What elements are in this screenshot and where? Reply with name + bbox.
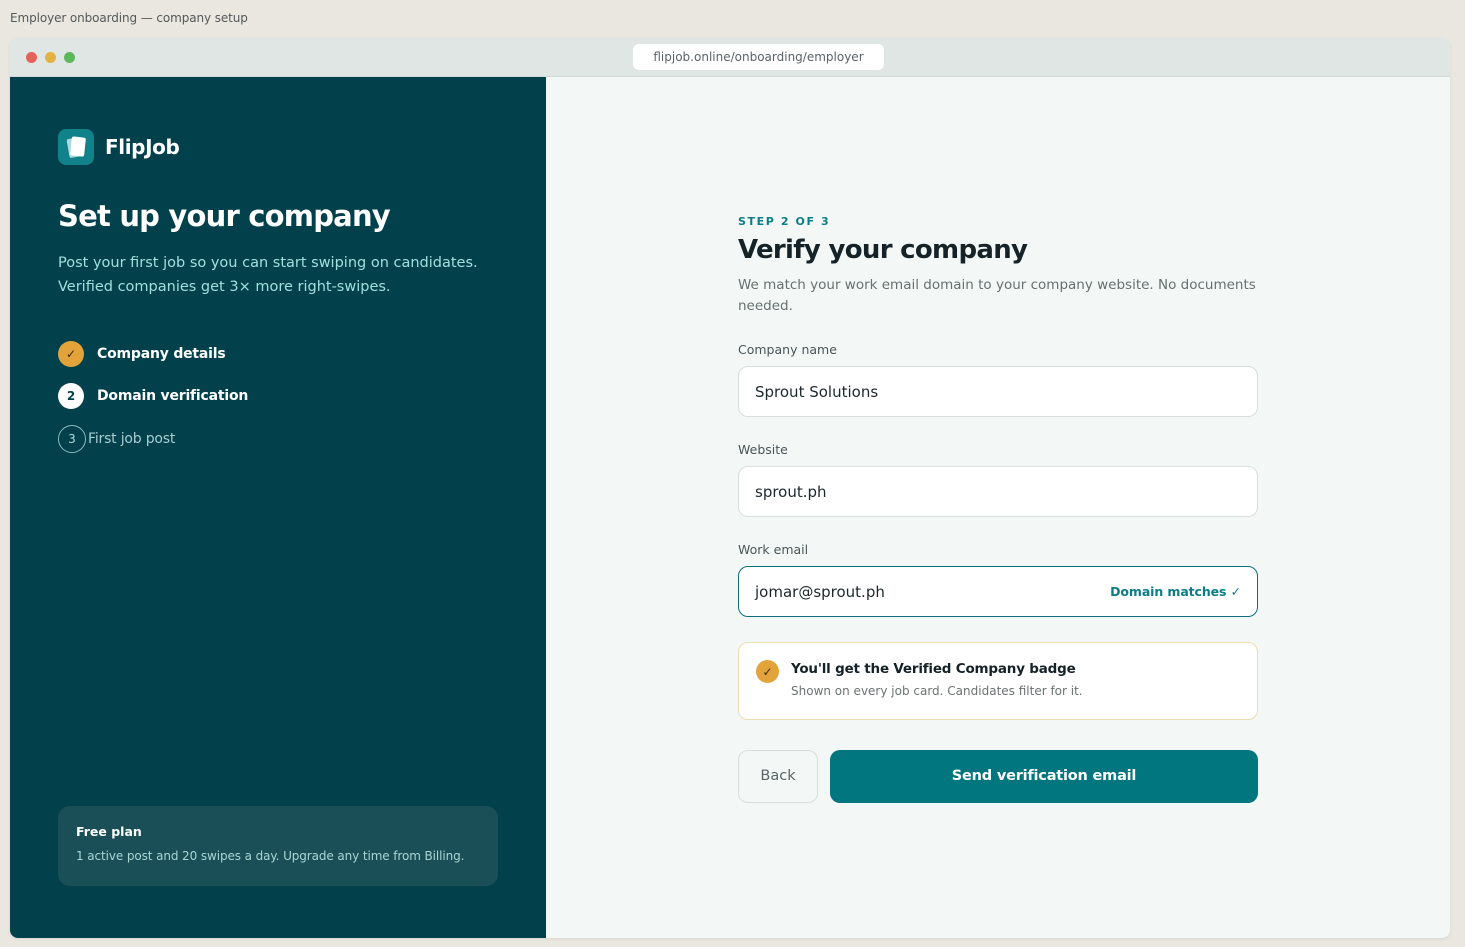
- card-front-shape: [70, 136, 86, 157]
- domain-match-status: Domain matches ✓: [1110, 584, 1241, 599]
- minimize-window-dot[interactable]: [45, 52, 56, 63]
- step-complete-check-icon: ✓: [58, 341, 84, 367]
- verified-badge-notice: ✓ You'll get the Verified Company badge …: [738, 642, 1258, 720]
- back-button[interactable]: Back: [738, 750, 818, 803]
- step-number-badge: 3: [58, 425, 86, 453]
- website-label: Website: [738, 442, 788, 457]
- step-indicator: STEP 2 OF 3: [738, 215, 831, 228]
- sidebar-subtitle-line2: Verified companies get 3× more right-swi…: [58, 279, 391, 295]
- step-company-details: ✓ Company details: [58, 341, 226, 367]
- form-title: Verify your company: [738, 235, 1028, 265]
- company-name-input[interactable]: Sprout Solutions: [738, 366, 1258, 417]
- sidebar-subtitle-line1: Post your first job so you can start swi…: [58, 255, 478, 271]
- onboarding-sidebar: FlipJob Set up your company Post your fi…: [10, 77, 546, 938]
- plan-description: 1 active post and 20 swipes a day. Upgra…: [76, 849, 465, 863]
- sidebar-subtitle: Post your first job so you can start swi…: [58, 251, 498, 299]
- badge-notice-subtitle: Shown on every job card. Candidates filt…: [791, 684, 1083, 698]
- plan-info-card: Free plan 1 active post and 20 swipes a …: [58, 806, 498, 886]
- browser-window: flipjob.online/onboarding/employer FlipJ…: [10, 38, 1450, 938]
- maximize-window-dot[interactable]: [64, 52, 75, 63]
- company-name-value: Sprout Solutions: [755, 382, 879, 401]
- company-name-label: Company name: [738, 342, 837, 357]
- work-email-value: jomar@sprout.ph: [755, 582, 885, 601]
- step-label: First job post: [88, 431, 176, 447]
- work-email-label: Work email: [738, 542, 809, 557]
- brand-name: FlipJob: [105, 135, 180, 159]
- address-bar[interactable]: flipjob.online/onboarding/employer: [633, 44, 884, 70]
- step-label: Company details: [97, 346, 226, 362]
- send-verification-email-button[interactable]: Send verification email: [830, 750, 1258, 803]
- close-window-dot[interactable]: [26, 52, 37, 63]
- website-input[interactable]: sprout.ph: [738, 466, 1258, 517]
- step-label: Domain verification: [97, 388, 249, 404]
- work-email-input[interactable]: jomar@sprout.ph Domain matches ✓: [738, 566, 1258, 617]
- brand-logo: FlipJob: [58, 129, 180, 165]
- step-domain-verification: 2 Domain verification: [58, 383, 248, 409]
- step-first-job-post: 3 First job post: [58, 425, 175, 453]
- form-description: We match your work email domain to your …: [738, 277, 1256, 314]
- website-value: sprout.ph: [755, 482, 827, 501]
- flipjob-cards-icon: [58, 129, 94, 165]
- browser-titlebar: flipjob.online/onboarding/employer: [10, 38, 1450, 77]
- step-number-badge: 2: [58, 383, 84, 409]
- check-icon: ✓: [756, 660, 779, 683]
- plan-title: Free plan: [76, 824, 142, 839]
- page-caption: Employer onboarding — company setup: [10, 11, 248, 25]
- sidebar-title: Set up your company: [58, 199, 391, 233]
- badge-notice-title: You'll get the Verified Company badge: [791, 661, 1076, 677]
